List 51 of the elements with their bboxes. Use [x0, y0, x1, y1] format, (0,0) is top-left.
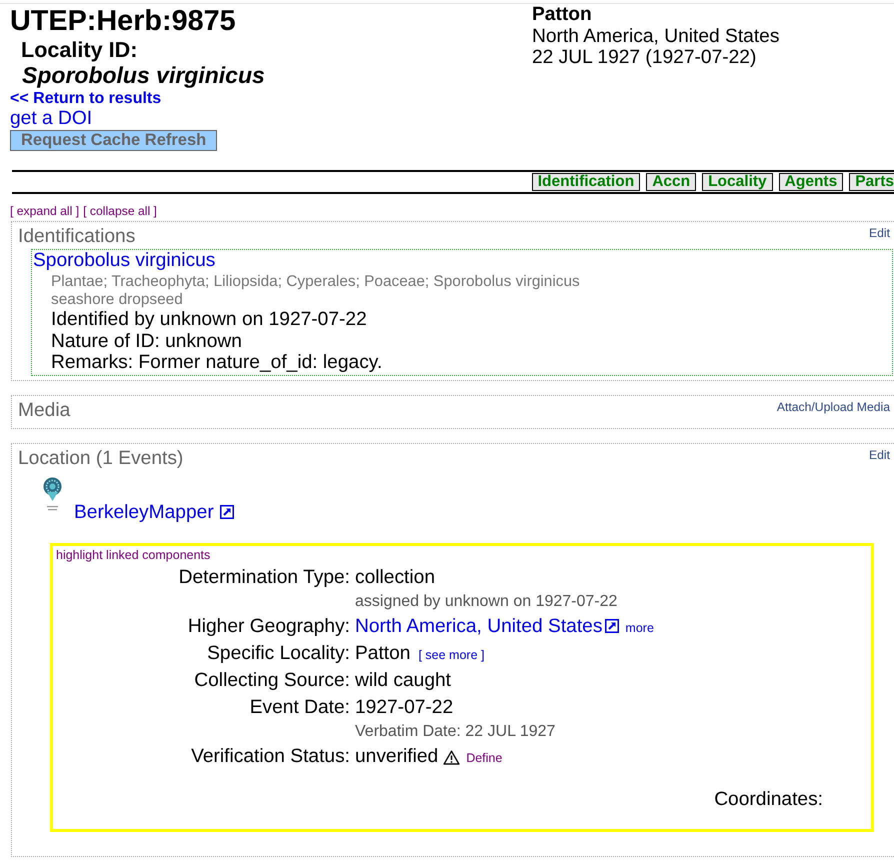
- more-link[interactable]: more: [625, 620, 654, 634]
- taxonomy-text: Plantae; Tracheophyta; Liliopsida; Cyperales; Poaceae; Sporobolus virginicus: [51, 272, 580, 291]
- field-note: assigned by unknown on 1927-07-22: [355, 592, 618, 612]
- field-value: collection: [355, 566, 435, 590]
- field-note: Verbatim Date: 22 JUL 1927: [355, 722, 556, 742]
- identification-detail: Nature of ID: unknown: [51, 330, 242, 352]
- taxon-name-link[interactable]: Sporobolus virginicus: [33, 250, 216, 272]
- section-tab[interactable]: Parts: [849, 173, 894, 191]
- section-tab[interactable]: Agents: [778, 173, 844, 191]
- external-link-icon: [605, 619, 620, 633]
- record-title: UTEP:Herb:9875: [10, 5, 236, 37]
- return-link[interactable]: << Return to results: [10, 89, 162, 108]
- warning-icon: [443, 750, 460, 765]
- field-value: Patton: [355, 642, 410, 666]
- attach-media-link[interactable]: Attach/Upload Media: [776, 400, 890, 414]
- section-title: Identifications: [18, 226, 136, 248]
- section-title: Media: [18, 400, 70, 422]
- geography-link[interactable]: North America, United States: [355, 612, 620, 640]
- coordinates-label: Coordinates:: [714, 788, 823, 810]
- define-link[interactable]: Define: [466, 750, 502, 764]
- edit-link[interactable]: Edit: [868, 226, 890, 240]
- field-label: Verification Status:: [191, 744, 350, 768]
- section-tab[interactable]: Locality: [702, 173, 773, 191]
- section-title: Location (1 Events): [18, 448, 184, 470]
- doi-link[interactable]: get a DOI: [10, 108, 92, 129]
- field-label: Higher Geography:: [188, 614, 350, 638]
- external-link-icon: [220, 505, 234, 519]
- field-value: wild caught: [355, 668, 451, 692]
- field-value: unverified: [355, 744, 438, 768]
- identification-detail: Identified by unknown on 1927-07-22: [51, 309, 367, 330]
- collapse-all-link[interactable]: [ collapse all ]: [83, 204, 157, 218]
- section-tab[interactable]: Accn: [646, 173, 696, 191]
- common-name-text: seashore dropseed: [51, 291, 183, 309]
- field-value: 1927-07-22: [355, 696, 454, 720]
- expand-all-link[interactable]: [ expand all ]: [10, 204, 80, 218]
- summary-geography: North America, United States: [532, 26, 780, 47]
- scientific-name: Sporobolus virginicus: [22, 62, 265, 89]
- field-label: Collecting Source:: [194, 668, 350, 692]
- locality-id-label: Locality ID:: [21, 37, 138, 62]
- highlight-link[interactable]: highlight linked components: [56, 548, 210, 562]
- summary-date: 22 JUL 1927 (1927-07-22): [532, 47, 758, 68]
- field-label: Specific Locality:: [207, 642, 350, 666]
- section-tab[interactable]: Identification: [532, 173, 640, 191]
- field-label: Event Date:: [250, 696, 350, 720]
- edit-link[interactable]: Edit: [868, 448, 890, 462]
- summary-locality: Patton: [532, 4, 593, 26]
- identification-detail: Remarks: Former nature_of_id: legacy.: [51, 352, 382, 374]
- more-link[interactable]: [ see more ]: [418, 648, 484, 662]
- berkeleymapper-link[interactable]: BerkeleyMapper: [74, 502, 234, 522]
- map-pin-logo-icon: [42, 476, 63, 512]
- field-label: Determination Type:: [178, 566, 350, 590]
